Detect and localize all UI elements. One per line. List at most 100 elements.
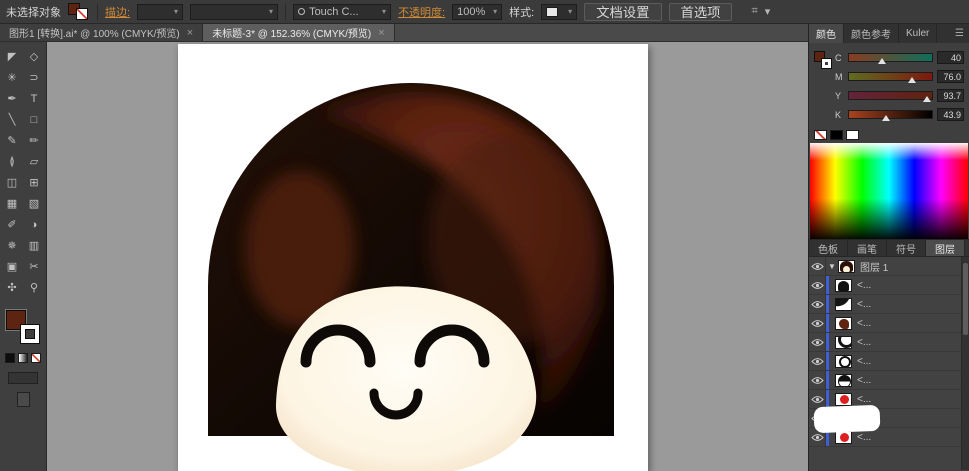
layer-label[interactable]: <...	[857, 356, 871, 367]
stroke-weight-dropdown[interactable]: ▾	[137, 4, 183, 20]
preferences-button[interactable]: 首选项	[669, 3, 733, 21]
blend-tool[interactable]: ◑	[23, 214, 45, 235]
slider-marker[interactable]	[908, 77, 916, 83]
layer-header-row[interactable]: ▼ 图层 1	[809, 257, 961, 276]
layer-row[interactable]: <...	[809, 276, 961, 295]
layer-thumbnail[interactable]	[835, 431, 852, 444]
cmyk-slider-y[interactable]: Y93.7	[835, 86, 964, 105]
line-segment-tool[interactable]: ╲	[1, 109, 23, 130]
layer-label[interactable]: <...	[857, 375, 871, 386]
visibility-eye-icon[interactable]	[809, 371, 826, 389]
layer-row[interactable]: <...	[809, 314, 961, 333]
opacity-label[interactable]: 不透明度:	[398, 4, 445, 20]
layer-thumbnail[interactable]	[835, 317, 852, 330]
layer-thumbnail[interactable]	[835, 374, 852, 387]
visibility-eye-icon[interactable]	[809, 390, 826, 408]
tab-color-guide[interactable]: 颜色参考	[844, 24, 899, 43]
tab-symbols[interactable]: 符号	[887, 240, 926, 256]
slider-track[interactable]	[848, 91, 933, 100]
canvas-area[interactable]	[47, 42, 808, 471]
none-swatch[interactable]	[814, 130, 827, 140]
slider-marker[interactable]	[923, 96, 931, 102]
layer-label[interactable]: <...	[857, 299, 871, 310]
layer-row[interactable]: <...	[809, 295, 961, 314]
lasso-tool[interactable]: ⊃	[23, 67, 45, 88]
layer-thumbnail[interactable]	[835, 393, 852, 406]
gradient-tool[interactable]: ▧	[23, 193, 45, 214]
symbol-sprayer-tool[interactable]: ✵	[1, 235, 23, 256]
stroke-swatch[interactable]	[20, 324, 40, 344]
layer-row[interactable]: <...	[809, 333, 961, 352]
document-tab-1[interactable]: 图形1 [转换].ai* @ 100% (CMYK/预览) ×	[0, 24, 203, 41]
disclosure-triangle-icon[interactable]: ▼	[826, 262, 838, 271]
mesh-tool[interactable]: ▦	[1, 193, 23, 214]
type-tool[interactable]: T	[23, 88, 45, 109]
black-swatch[interactable]	[830, 130, 843, 140]
slider-value[interactable]: 43.9	[937, 108, 964, 121]
opacity-input[interactable]: 100% ▾	[452, 4, 502, 20]
artboard-tool[interactable]: ▣	[1, 256, 23, 277]
slider-value[interactable]: 40	[937, 51, 964, 64]
chevron-down-icon[interactable]: ▾	[765, 5, 771, 18]
column-graph-tool[interactable]: ▥	[23, 235, 45, 256]
layer-thumbnail[interactable]	[838, 260, 855, 273]
visibility-eye-icon[interactable]	[809, 257, 826, 275]
stroke-swatch[interactable]	[821, 58, 832, 69]
color-spectrum[interactable]	[810, 143, 968, 239]
slider-track[interactable]	[848, 110, 933, 119]
slider-value[interactable]: 76.0	[937, 70, 964, 83]
fill-stroke-proxy[interactable]	[6, 310, 40, 344]
tab-layers[interactable]: 图层	[926, 240, 965, 256]
layer-label[interactable]: <...	[857, 394, 871, 405]
slider-value[interactable]: 93.7	[937, 89, 964, 102]
touch-workspace-dropdown[interactable]: Touch C... ▾	[293, 4, 391, 20]
document-tab-2[interactable]: 未标题-3* @ 152.36% (CMYK/预览) ×	[203, 24, 395, 41]
slice-tool[interactable]: ✂	[23, 256, 45, 277]
panel-menu-icon[interactable]: ☰	[950, 24, 969, 43]
pen-tool[interactable]: ✒	[1, 88, 23, 109]
document-setup-button[interactable]: 文档设置	[584, 3, 661, 21]
stroke-label[interactable]: 描边:	[105, 4, 130, 20]
arrange-documents-icon[interactable]: ⌗	[751, 5, 757, 18]
close-icon[interactable]: ×	[378, 27, 384, 39]
layer-label[interactable]: <...	[857, 318, 871, 329]
layer-thumbnail[interactable]	[835, 336, 852, 349]
draw-mode-button[interactable]	[8, 372, 38, 384]
tab-brushes[interactable]: 画笔	[848, 240, 887, 256]
stroke-swatch[interactable]	[76, 8, 88, 20]
layer-row[interactable]: <...	[809, 352, 961, 371]
cmyk-slider-m[interactable]: M76.0	[835, 67, 964, 86]
layer-label[interactable]: <...	[857, 280, 871, 291]
tab-swatches[interactable]: 色板	[809, 240, 848, 256]
zoom-tool[interactable]: ⚲	[23, 277, 45, 298]
cmyk-slider-k[interactable]: K43.9	[835, 105, 964, 124]
slider-track[interactable]	[848, 53, 933, 62]
slider-track[interactable]	[848, 72, 933, 81]
layer-thumbnail[interactable]	[835, 355, 852, 368]
slider-marker[interactable]	[878, 58, 886, 64]
gradient-button[interactable]	[18, 353, 28, 363]
eyedropper-tool[interactable]: ✐	[1, 214, 23, 235]
pencil-tool[interactable]: ✏	[23, 130, 45, 151]
perspective-grid-tool[interactable]: ⊞	[23, 172, 45, 193]
paintbrush-tool[interactable]: ✎	[1, 130, 23, 151]
visibility-eye-icon[interactable]	[809, 314, 826, 332]
direct-selection-tool[interactable]: ◇	[23, 46, 45, 67]
layers-scrollbar[interactable]	[961, 257, 969, 470]
rectangle-tool[interactable]: □	[23, 109, 45, 130]
tab-kuler[interactable]: Kuler	[899, 24, 937, 43]
close-icon[interactable]: ×	[187, 27, 193, 39]
artboard[interactable]	[178, 44, 648, 471]
none-button[interactable]	[31, 353, 41, 363]
layer-thumbnail[interactable]	[835, 298, 852, 311]
white-swatch[interactable]	[846, 130, 859, 140]
scrollbar-thumb[interactable]	[963, 263, 968, 335]
shape-builder-tool[interactable]: ◫	[1, 172, 23, 193]
fill-stroke-proxy[interactable]	[814, 51, 833, 70]
visibility-eye-icon[interactable]	[809, 276, 826, 294]
visibility-eye-icon[interactable]	[809, 295, 826, 313]
screen-mode-button[interactable]	[17, 392, 30, 407]
layer-row[interactable]: <...	[809, 371, 961, 390]
visibility-eye-icon[interactable]	[809, 352, 826, 370]
fill-stroke-proxy[interactable]	[68, 2, 90, 21]
